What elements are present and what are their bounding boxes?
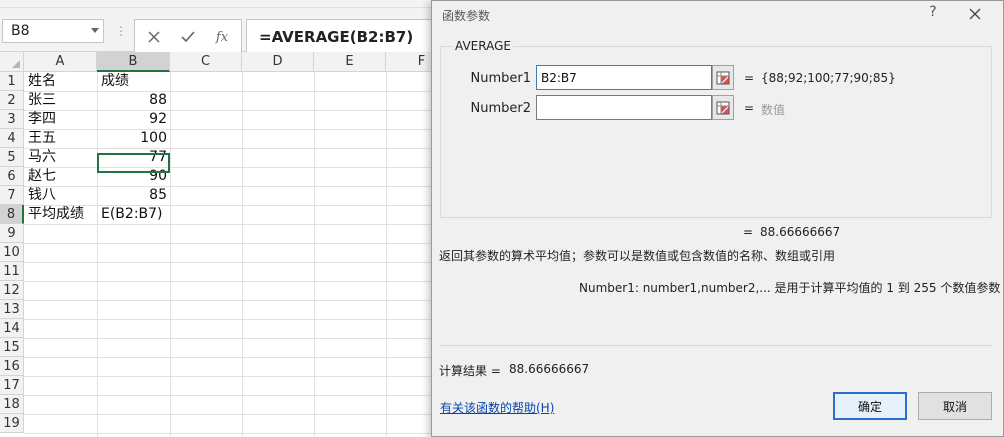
row-header-12[interactable]: 12 bbox=[0, 281, 24, 300]
arg-label-number2: Number2 bbox=[470, 101, 532, 116]
cell-b4[interactable]: 100 bbox=[98, 129, 170, 148]
name-box[interactable]: B8 bbox=[2, 19, 104, 43]
function-help-link[interactable]: 有关该函数的帮助(H) bbox=[440, 399, 554, 416]
active-cell-outline bbox=[97, 153, 170, 173]
calc-result-value: 88.66666667 bbox=[509, 362, 590, 376]
cell-b1[interactable]: 成绩 bbox=[98, 72, 170, 91]
column-header-e[interactable]: E bbox=[314, 52, 386, 72]
range-select-icon[interactable] bbox=[712, 95, 734, 120]
cell-a2[interactable]: 张三 bbox=[25, 91, 97, 110]
row-header-4[interactable]: 4 bbox=[0, 129, 24, 148]
row-header-11[interactable]: 11 bbox=[0, 262, 24, 281]
select-all-corner[interactable] bbox=[0, 52, 24, 72]
row-header-1[interactable]: 1 bbox=[0, 72, 24, 91]
row-header-3[interactable]: 3 bbox=[0, 110, 24, 129]
formula-bar-buttons: fx bbox=[134, 19, 242, 53]
row-header-10[interactable]: 10 bbox=[0, 243, 24, 262]
column-header-c[interactable]: C bbox=[170, 52, 242, 72]
row-header-13[interactable]: 13 bbox=[0, 300, 24, 319]
cell-b2[interactable]: 88 bbox=[98, 91, 170, 110]
cell-b8[interactable]: E(B2:B7) bbox=[98, 205, 170, 224]
cell-a5[interactable]: 马六 bbox=[25, 148, 97, 167]
row-header-14[interactable]: 14 bbox=[0, 319, 24, 338]
function-group: AVERAGE Number1 = {88;92;100;77;90;85} N… bbox=[440, 39, 992, 218]
arg2-equals: = bbox=[744, 101, 755, 115]
function-name: AVERAGE bbox=[453, 39, 513, 53]
row-header-16[interactable]: 16 bbox=[0, 357, 24, 376]
arg1-equals: = bbox=[744, 71, 755, 85]
row-header-5[interactable]: 5 bbox=[0, 148, 24, 167]
row-header-6[interactable]: 6 bbox=[0, 167, 24, 186]
cell-a1[interactable]: 姓名 bbox=[25, 72, 97, 91]
cell-a4[interactable]: 王五 bbox=[25, 129, 97, 148]
gridline bbox=[386, 72, 387, 437]
cell-a6[interactable]: 赵七 bbox=[25, 167, 97, 186]
gridline bbox=[314, 72, 315, 437]
name-box-value: B8 bbox=[11, 23, 30, 39]
arg2-result: 数值 bbox=[761, 103, 786, 117]
chevron-down-icon[interactable] bbox=[91, 28, 99, 33]
cancel-button[interactable]: 取消 bbox=[918, 392, 992, 420]
row-header-8[interactable]: 8 bbox=[0, 205, 24, 224]
row-header-18[interactable]: 18 bbox=[0, 395, 24, 414]
cell-b7[interactable]: 85 bbox=[98, 186, 170, 205]
column-header-d[interactable]: D bbox=[242, 52, 314, 72]
row-header-7[interactable]: 7 bbox=[0, 186, 24, 205]
cell-b3[interactable]: 92 bbox=[98, 110, 170, 129]
row-header-2[interactable]: 2 bbox=[0, 91, 24, 110]
number1-input[interactable] bbox=[536, 65, 712, 90]
insert-function-icon[interactable]: fx bbox=[211, 26, 233, 48]
formula-result: 88.66666667 bbox=[760, 225, 841, 239]
close-icon[interactable] bbox=[964, 4, 986, 24]
check-icon[interactable] bbox=[177, 26, 199, 48]
cell-a7[interactable]: 钱八 bbox=[25, 186, 97, 205]
divider bbox=[440, 345, 992, 346]
help-button[interactable]: ? bbox=[922, 4, 944, 24]
arg1-result: {88;92;100;77;90;85} bbox=[761, 71, 896, 85]
dialog-title: 函数参数 bbox=[442, 9, 491, 23]
calc-result-label: 计算结果 = bbox=[439, 364, 501, 378]
row-header-9[interactable]: 9 bbox=[0, 224, 24, 243]
row-header-19[interactable]: 19 bbox=[0, 414, 24, 433]
formula-input[interactable]: =AVERAGE(B2:B7) bbox=[246, 19, 436, 53]
cell-a8[interactable]: 平均成绩 bbox=[25, 205, 97, 224]
gridline bbox=[242, 72, 243, 437]
close-icon[interactable] bbox=[143, 26, 165, 48]
column-header-b[interactable]: B bbox=[97, 52, 170, 72]
row-header-17[interactable]: 17 bbox=[0, 376, 24, 395]
ok-button[interactable]: 确定 bbox=[833, 392, 907, 420]
function-description: 返回其参数的算术平均值；参数可以是数值或包含数值的名称、数组或引用 bbox=[439, 249, 836, 263]
number2-input[interactable] bbox=[536, 95, 712, 120]
arg-label-number1: Number1 bbox=[470, 71, 532, 86]
formula-result-equals: = bbox=[743, 225, 754, 239]
function-arguments-dialog: 函数参数 ? AVERAGE Number1 = {88;92;100;77;9… bbox=[431, 0, 1004, 437]
range-select-icon[interactable] bbox=[712, 65, 734, 90]
formula-text: =AVERAGE(B2:B7) bbox=[259, 28, 414, 46]
argument-help-text: Number1: number1,number2,... 是用于计算平均值的 1… bbox=[579, 281, 1001, 295]
row-header-15[interactable]: 15 bbox=[0, 338, 24, 357]
column-header-a[interactable]: A bbox=[24, 52, 97, 72]
cell-a3[interactable]: 李四 bbox=[25, 110, 97, 129]
formula-bar-divider: ⋮ bbox=[115, 24, 128, 38]
gridline bbox=[170, 72, 171, 437]
